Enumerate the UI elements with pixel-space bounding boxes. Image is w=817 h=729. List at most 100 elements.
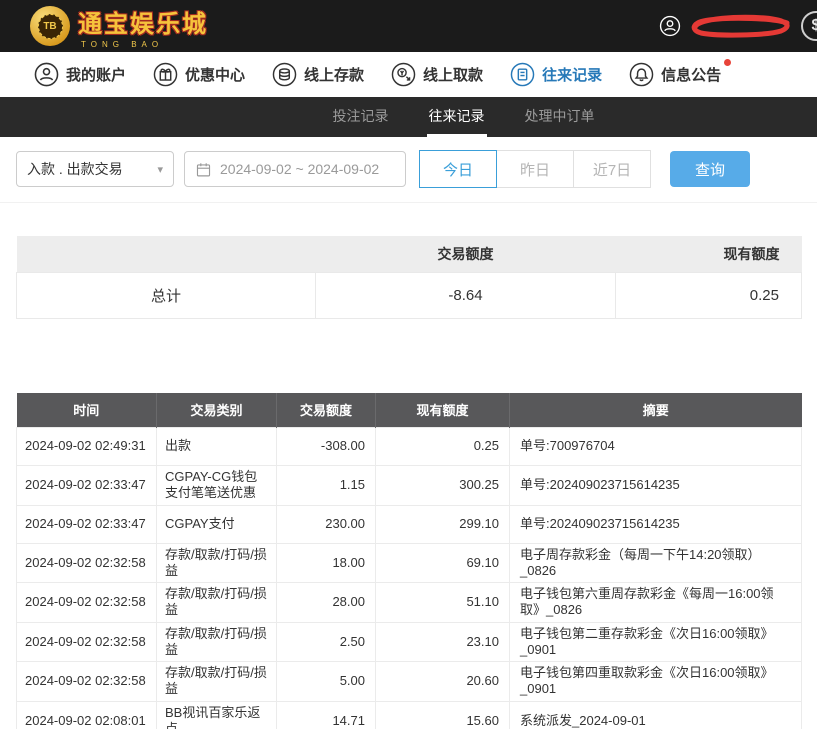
select-value: 入款 . 出款交易: [27, 159, 123, 179]
cell-balance: 299.10: [376, 505, 510, 543]
cell-type: 存款/取款/打码/损益: [157, 543, 277, 583]
filter-bar: 入款 . 出款交易 ▾ 2024-09-02 ~ 2024-09-02 今日 昨…: [0, 137, 817, 203]
cell-time: 2024-09-02 02:32:58: [17, 583, 157, 623]
sub-nav: 投注记录 往来记录 处理中订单: [0, 97, 817, 137]
yesterday-button[interactable]: 昨日: [496, 150, 574, 188]
cell-summary: 电子周存款彩金（每周一下午14:20领取）_0826: [510, 543, 802, 583]
last7days-button[interactable]: 近7日: [573, 150, 651, 188]
cell-time: 2024-09-02 02:32:58: [17, 662, 157, 702]
logo-text: 通宝娱乐城 TONG BAO: [78, 4, 208, 49]
dollar-icon[interactable]: $: [801, 11, 817, 41]
top-bar: TB 通宝娱乐城 TONG BAO $: [0, 0, 817, 52]
quick-range-group: 今日 昨日 近7日: [419, 150, 651, 188]
nav-label: 往来记录: [542, 64, 602, 85]
nav-item-my-account[interactable]: 我的账户: [34, 62, 126, 87]
summary-header-empty: [17, 236, 316, 272]
summary-total-row: 总计 -8.64 0.25: [17, 272, 802, 318]
logo-coin-badge: TB: [38, 14, 63, 39]
cell-type: 出款: [157, 428, 277, 466]
tab-label: 往来记录: [429, 106, 485, 126]
col-header-time: 时间: [17, 393, 157, 428]
tab-transaction-records[interactable]: 往来记录: [427, 97, 487, 137]
tab-betting-records[interactable]: 投注记录: [331, 97, 391, 137]
records-icon: [510, 62, 535, 87]
cell-summary: 电子钱包第二重存款彩金《次日16:00领取》_0901: [510, 622, 802, 662]
col-header-amount: 交易额度: [277, 393, 376, 428]
cell-type: 存款/取款/打码/损益: [157, 662, 277, 702]
table-row: 2024-09-02 02:33:47 CGPAY-CG钱包支付笔笔送优惠 1.…: [17, 466, 802, 506]
col-header-balance: 现有额度: [376, 393, 510, 428]
cell-type: 存款/取款/打码/损益: [157, 583, 277, 623]
cell-amount: 28.00: [277, 583, 376, 623]
tab-label: 投注记录: [333, 106, 389, 126]
transaction-type-select[interactable]: 入款 . 出款交易 ▾: [16, 151, 174, 187]
withdraw-icon: [391, 62, 416, 87]
cell-summary: 单号:202409023715614235: [510, 466, 802, 506]
nav-item-promotions[interactable]: 优惠中心: [153, 62, 245, 87]
nav-label: 信息公告: [661, 64, 721, 85]
table-row: 2024-09-02 02:33:47 CGPAY支付 230.00 299.1…: [17, 505, 802, 543]
cell-time: 2024-09-02 02:49:31: [17, 428, 157, 466]
search-button[interactable]: 查询: [670, 151, 750, 187]
date-range-value: 2024-09-02 ~ 2024-09-02: [220, 161, 379, 177]
user-icon[interactable]: [659, 15, 681, 37]
deposit-coins-icon: [272, 62, 297, 87]
transactions-body: 2024-09-02 02:49:31 出款 -308.00 0.25 单号:7…: [17, 428, 802, 729]
nav-label: 线上存款: [304, 64, 364, 85]
table-row: 2024-09-02 02:32:58 存款/取款/打码/损益 18.00 69…: [17, 543, 802, 583]
cell-amount: 2.50: [277, 622, 376, 662]
cell-balance: 15.60: [376, 701, 510, 729]
summary-header-amount: 交易额度: [316, 236, 616, 272]
cell-balance: 69.10: [376, 543, 510, 583]
summary-section: 交易额度 现有额度 总计 -8.64 0.25: [16, 236, 801, 319]
col-header-summary: 摘要: [510, 393, 802, 428]
col-header-type: 交易类别: [157, 393, 277, 428]
cell-amount: -308.00: [277, 428, 376, 466]
table-row: 2024-09-02 02:32:58 存款/取款/打码/损益 5.00 20.…: [17, 662, 802, 702]
table-row: 2024-09-02 02:08:01 BB视讯百家乐返点 14.71 15.6…: [17, 701, 802, 729]
nav-label: 优惠中心: [185, 64, 245, 85]
cell-amount: 18.00: [277, 543, 376, 583]
table-row: 2024-09-02 02:49:31 出款 -308.00 0.25 单号:7…: [17, 428, 802, 466]
cell-amount: 14.71: [277, 701, 376, 729]
logo-title: 通宝娱乐城: [78, 4, 208, 39]
logo-subtitle: TONG BAO: [78, 40, 208, 49]
bell-icon: [629, 62, 654, 87]
cell-summary: 单号:700976704: [510, 428, 802, 466]
logo[interactable]: TB 通宝娱乐城 TONG BAO: [30, 4, 208, 49]
table-row: 2024-09-02 02:32:58 存款/取款/打码/损益 2.50 23.…: [17, 622, 802, 662]
cell-balance: 20.60: [376, 662, 510, 702]
cell-time: 2024-09-02 02:32:58: [17, 543, 157, 583]
account-icon: [34, 62, 59, 87]
today-button[interactable]: 今日: [419, 150, 497, 188]
nav-item-notices[interactable]: 信息公告: [629, 62, 721, 87]
cell-balance: 0.25: [376, 428, 510, 466]
nav-item-deposit[interactable]: 线上存款: [272, 62, 364, 87]
cell-balance: 23.10: [376, 622, 510, 662]
cell-type: CGPAY-CG钱包支付笔笔送优惠: [157, 466, 277, 506]
cell-balance: 300.25: [376, 466, 510, 506]
nav-item-records[interactable]: 往来记录: [510, 62, 602, 87]
tab-processing-orders[interactable]: 处理中订单: [523, 97, 597, 137]
logo-coin-icon: TB: [30, 6, 70, 46]
transactions-section: 时间 交易类别 交易额度 现有额度 摘要 2024-09-02 02:49:31…: [16, 393, 801, 729]
cell-type: 存款/取款/打码/损益: [157, 622, 277, 662]
cell-summary: 系统派发_2024-09-01: [510, 701, 802, 729]
summary-total-label: 总计: [17, 272, 316, 318]
summary-header-row: 交易额度 现有额度: [17, 236, 802, 272]
cell-balance: 51.10: [376, 583, 510, 623]
summary-total-balance: 0.25: [616, 272, 802, 318]
username-redaction: [685, 13, 797, 39]
date-range-input[interactable]: 2024-09-02 ~ 2024-09-02: [184, 151, 406, 187]
nav-item-withdraw[interactable]: 线上取款: [391, 62, 483, 87]
calendar-icon: [195, 161, 212, 178]
cell-time: 2024-09-02 02:32:58: [17, 622, 157, 662]
cell-amount: 230.00: [277, 505, 376, 543]
summary-header-balance: 现有额度: [616, 236, 802, 272]
nav-label: 线上取款: [423, 64, 483, 85]
cell-summary: 电子钱包第四重取款彩金《次日16:00领取》_0901: [510, 662, 802, 702]
gift-icon: [153, 62, 178, 87]
cell-summary: 电子钱包第六重周存款彩金《每周一16:00领取》_0826: [510, 583, 802, 623]
main-nav: 我的账户 优惠中心 线上存款: [0, 52, 817, 97]
cell-time: 2024-09-02 02:08:01: [17, 701, 157, 729]
